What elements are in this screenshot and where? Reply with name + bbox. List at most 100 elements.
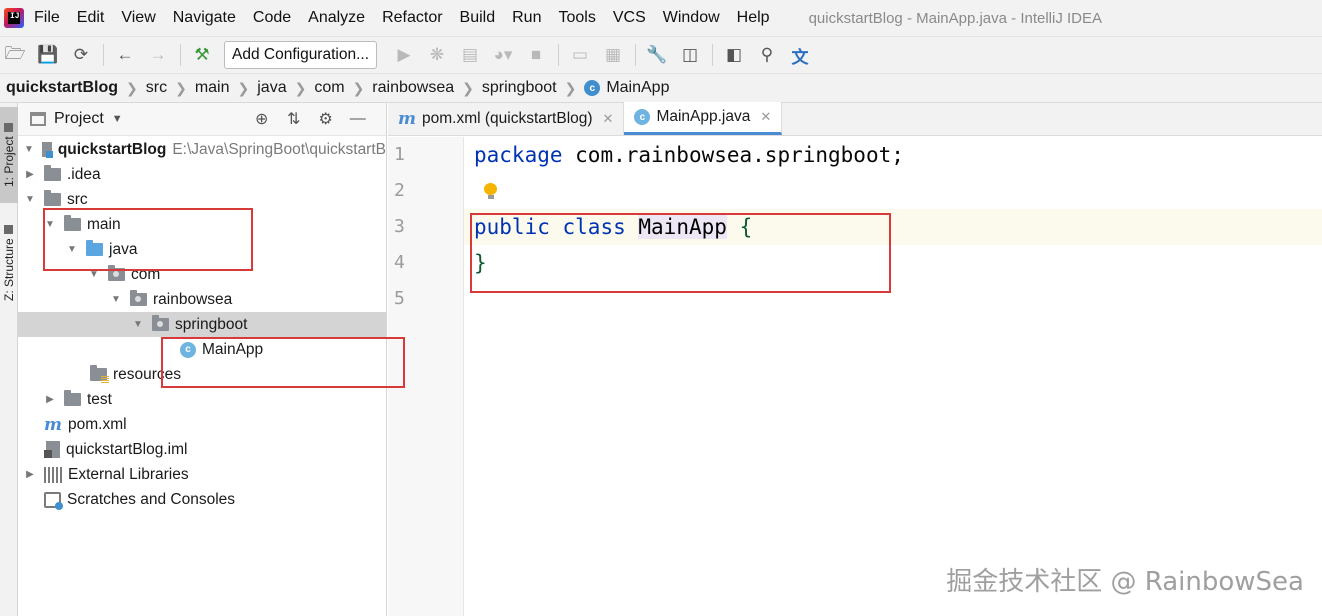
- watermark: 掘金技术社区 @ RainbowSea: [946, 567, 1304, 597]
- layout-icon[interactable]: ▦: [602, 44, 624, 66]
- breadcrumb-separator: ❯: [564, 79, 577, 96]
- locate-crosshair-icon[interactable]: ⊕: [253, 110, 271, 128]
- tree-node-pom[interactable]: ▶ m pom.xml: [18, 412, 386, 437]
- breadcrumb-separator: ❯: [352, 79, 365, 96]
- toolbar-separator: [180, 44, 181, 66]
- stop-icon[interactable]: ■: [525, 44, 547, 66]
- breadcrumb-quickstartblog[interactable]: quickstartBlog: [6, 79, 118, 97]
- breadcrumb-rainbowsea[interactable]: rainbowsea: [372, 79, 454, 97]
- code-line-2[interactable]: [464, 173, 1322, 209]
- breadcrumb-main[interactable]: main: [195, 79, 230, 97]
- expanded-arrow-icon[interactable]: ▼: [110, 294, 122, 305]
- breadcrumb-separator: ❯: [126, 79, 138, 96]
- java-class-icon: c: [634, 109, 651, 125]
- tab-label: pom.xml (quickstartBlog): [422, 109, 593, 127]
- collapse-all-icon[interactable]: ⇅: [285, 110, 303, 128]
- tree-node-idea[interactable]: ▶ .idea: [18, 162, 386, 187]
- tree-node-quickstartblog[interactable]: ▼ quickstartBlog E:\Java\SpringBoot\quic…: [18, 137, 386, 162]
- menu-navigate[interactable]: Navigate: [173, 9, 236, 27]
- breadcrumb-separator: ❯: [237, 79, 250, 96]
- code-line-1[interactable]: package com.rainbowsea.springboot;: [464, 137, 1322, 173]
- tree-node-scratches[interactable]: ▶ Scratches and Consoles: [18, 487, 386, 512]
- terminal-icon[interactable]: ◧: [723, 44, 745, 66]
- add-configuration-button[interactable]: Add Configuration...: [224, 41, 378, 69]
- sync-icon[interactable]: ⟳: [70, 44, 92, 66]
- tree-node-iml[interactable]: ▶ quickstartBlog.iml: [18, 437, 386, 462]
- left-tool-strip: 1: Project Z: Structure: [0, 103, 18, 616]
- back-arrow-icon[interactable]: ←: [114, 44, 136, 66]
- build-hammer-icon[interactable]: ⚒: [191, 44, 213, 66]
- structure-tool-tab[interactable]: Z: Structure: [0, 215, 18, 311]
- menu-window[interactable]: Window: [663, 9, 720, 27]
- folder-icon: [44, 165, 61, 181]
- project-tree: ▼ quickstartBlog E:\Java\SpringBoot\quic…: [18, 136, 386, 512]
- close-icon[interactable]: ✕: [603, 111, 614, 127]
- close-icon[interactable]: ✕: [760, 109, 771, 125]
- forward-arrow-icon[interactable]: →: [147, 44, 169, 66]
- profile-icon[interactable]: ◕▾: [492, 44, 514, 66]
- expanded-arrow-icon[interactable]: ▼: [132, 319, 144, 330]
- tree-node-test[interactable]: ▶ test: [18, 387, 386, 412]
- menu-refactor[interactable]: Refactor: [382, 9, 442, 27]
- menu-code[interactable]: Code: [253, 9, 291, 27]
- tree-label: test: [87, 390, 112, 408]
- gear-icon[interactable]: ⚙: [317, 110, 335, 128]
- line-number: 2: [394, 180, 405, 201]
- wrench-icon[interactable]: 🔧: [646, 44, 668, 66]
- menu-view[interactable]: View: [121, 9, 155, 27]
- debug-icon[interactable]: ❋: [426, 44, 448, 66]
- tree-node-rainbowsea[interactable]: ▼ rainbowsea: [18, 287, 386, 312]
- lightbulb-icon[interactable]: [484, 183, 497, 199]
- collapsed-arrow-icon[interactable]: ▶: [44, 394, 56, 405]
- collapsed-arrow-icon[interactable]: ▶: [24, 169, 36, 180]
- device-icon[interactable]: ▭: [569, 44, 591, 66]
- tree-label: Scratches and Consoles: [67, 490, 236, 508]
- hide-panel-icon[interactable]: —: [349, 110, 367, 128]
- tree-node-external-libraries[interactable]: ▶ External Libraries: [18, 462, 386, 487]
- breadcrumb-com[interactable]: com: [314, 79, 344, 97]
- search-icon[interactable]: ⚲: [756, 44, 778, 66]
- line-number: 4: [394, 252, 405, 273]
- menu-analyze[interactable]: Analyze: [308, 9, 365, 27]
- menu-help[interactable]: Help: [737, 9, 770, 27]
- tree-node-springboot[interactable]: ▼ springboot: [18, 312, 386, 337]
- package-icon: [152, 315, 169, 331]
- breadcrumb-mainapp[interactable]: MainApp: [606, 79, 669, 97]
- save-icon[interactable]: 💾: [37, 44, 59, 66]
- collapsed-arrow-icon[interactable]: ▶: [24, 469, 36, 480]
- menu-tools[interactable]: Tools: [558, 9, 595, 27]
- menu-edit[interactable]: Edit: [77, 9, 105, 27]
- structure-tool-tab-label: Z: Structure: [2, 238, 16, 301]
- coverage-icon[interactable]: ▤: [459, 44, 481, 66]
- menu-file[interactable]: File: [34, 9, 60, 27]
- project-tool-tab[interactable]: 1: Project: [0, 107, 18, 203]
- expanded-arrow-icon[interactable]: ▼: [24, 194, 36, 205]
- tree-label: rainbowsea: [153, 290, 233, 308]
- tab-mainapp-java[interactable]: c MainApp.java ✕: [624, 102, 783, 135]
- breadcrumb-src[interactable]: src: [146, 79, 167, 97]
- structure-tool-icon: [4, 225, 14, 235]
- project-structure-icon[interactable]: ◫: [679, 44, 701, 66]
- chevron-down-icon[interactable]: ▼: [112, 113, 123, 125]
- run-icon[interactable]: ▶: [393, 44, 415, 66]
- menu-run[interactable]: Run: [512, 9, 541, 27]
- expanded-arrow-icon[interactable]: ▼: [24, 144, 34, 155]
- scratches-icon: [44, 491, 63, 510]
- tab-pom-xml[interactable]: m pom.xml (quickstartBlog) ✕: [388, 102, 625, 135]
- translate-icon[interactable]: 文: [789, 44, 811, 67]
- module-folder-icon: [41, 142, 53, 158]
- folder-open-icon[interactable]: 🗁: [4, 44, 26, 66]
- breadcrumb-springboot[interactable]: springboot: [482, 79, 557, 97]
- menu-build[interactable]: Build: [460, 9, 496, 27]
- code-editor[interactable]: package com.rainbowsea.springboot; publi…: [464, 137, 1322, 616]
- project-view-selector[interactable]: Project: [54, 110, 104, 128]
- breadcrumb-separator: ❯: [294, 79, 307, 96]
- menu-vcs[interactable]: VCS: [613, 9, 646, 27]
- tree-label: pom.xml: [68, 415, 127, 433]
- breadcrumb-java[interactable]: java: [257, 79, 286, 97]
- breadcrumb-separator: ❯: [462, 79, 474, 96]
- annotation-box-code: [470, 213, 891, 293]
- folder-icon: [44, 190, 61, 206]
- main-toolbar: 🗁 💾 ⟳ ← → ⚒ Add Configuration... ▶ ❋ ▤ ◕…: [0, 36, 1322, 73]
- maven-icon: m: [44, 414, 62, 435]
